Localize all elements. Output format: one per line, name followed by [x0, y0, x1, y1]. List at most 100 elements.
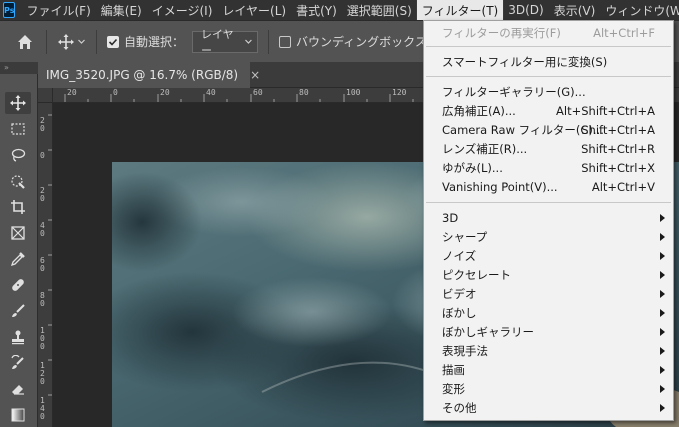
submenu-arrow-icon: [660, 366, 665, 374]
menu-item-label: フィルターギャラリー(G)...: [442, 84, 586, 99]
frame-tool[interactable]: [5, 222, 31, 244]
menu-3d[interactable]: 3D(D): [503, 0, 548, 20]
gradient-tool[interactable]: [5, 404, 31, 426]
submenu-arrow-icon: [660, 290, 665, 298]
filter-menu-adaptive-wide-angle[interactable]: 広角補正(A)... Alt+Shift+Ctrl+A: [424, 101, 673, 120]
filter-menu-blur[interactable]: ぼかし: [424, 303, 673, 322]
bandage-icon: [12, 279, 24, 291]
ruler-tick-label: 120: [392, 88, 407, 97]
move-tool[interactable]: [5, 92, 31, 114]
options-divider: [268, 29, 270, 54]
filter-menu-lens-correction[interactable]: レンズ補正(R)... Shift+Ctrl+R: [424, 139, 673, 158]
menu-window[interactable]: ウィンドウ(W): [600, 0, 679, 20]
submenu-arrow-icon: [660, 309, 665, 317]
ruler-tick-label: 0: [113, 88, 118, 97]
history-brush-tool[interactable]: [5, 352, 31, 374]
menu-type[interactable]: 書式(Y): [291, 0, 342, 20]
show-transform-controls-checkbox[interactable]: [279, 35, 292, 48]
menu-item-shortcut: Alt+Ctrl+F: [593, 25, 655, 40]
menu-view[interactable]: 表示(V): [549, 0, 601, 20]
lasso-icon: [11, 148, 26, 162]
menu-item-label: 3D: [442, 210, 459, 225]
menu-item-label: 表現手法: [442, 343, 488, 358]
submenu-arrow-icon: [660, 233, 665, 241]
brush-tool[interactable]: [5, 300, 31, 322]
photoshop-logo-icon[interactable]: Ps: [3, 2, 16, 18]
auto-select-checkbox[interactable]: [107, 35, 119, 48]
filter-menu-noise[interactable]: ノイズ: [424, 246, 673, 265]
filter-menu-blur-gallery[interactable]: ぼかしギャラリー: [424, 322, 673, 341]
filter-menu-sharpen[interactable]: シャープ: [424, 227, 673, 246]
submenu-arrow-icon: [660, 328, 665, 336]
submenu-arrow-icon: [660, 404, 665, 412]
close-icon[interactable]: ×: [250, 68, 260, 82]
document-tab-title: IMG_3520.JPG @ 16.7% (RGB/8): [46, 68, 239, 82]
clone-stamp-tool[interactable]: [5, 326, 31, 348]
menu-separator: [426, 46, 671, 47]
menu-item-label: ビデオ: [442, 286, 477, 301]
chevron-down-icon: [78, 39, 85, 44]
filter-menu-camera-raw[interactable]: Camera Raw フィルター(C)... Shift+Ctrl+A: [424, 120, 673, 139]
home-icon[interactable]: [14, 31, 36, 53]
submenu-arrow-icon: [660, 252, 665, 260]
menu-item-label: シャープ: [442, 229, 488, 244]
move-tool-preset-button[interactable]: [57, 33, 86, 51]
move-icon: [58, 33, 74, 50]
ruler-tick-label: 140: [40, 396, 45, 421]
menu-item-shortcut: Alt+Ctrl+V: [591, 179, 655, 194]
submenu-arrow-icon: [660, 385, 665, 393]
eraser-tool[interactable]: [5, 378, 31, 400]
menu-filter[interactable]: フィルター(T): [415, 0, 505, 21]
ruler-tick-label: 0: [40, 151, 45, 160]
auto-select-target-value: レイヤー: [201, 27, 234, 57]
frame-icon: [11, 226, 25, 240]
menu-item-shortcut: Shift+Ctrl+X: [581, 160, 655, 175]
filter-menu-video[interactable]: ビデオ: [424, 284, 673, 303]
menu-file[interactable]: ファイル(F): [21, 0, 95, 20]
quick-select-tool[interactable]: [5, 170, 31, 192]
marquee-tool[interactable]: [5, 118, 31, 140]
filter-menu-pixelate[interactable]: ピクセレート: [424, 265, 673, 284]
menu-layer[interactable]: レイヤー(L): [217, 0, 291, 20]
submenu-arrow-icon: [660, 271, 665, 279]
filter-menu-convert-smart-filters[interactable]: スマートフィルター用に変換(S): [424, 52, 673, 71]
crop-tool[interactable]: [5, 196, 31, 218]
menu-separator: [426, 76, 671, 77]
filter-menu-render[interactable]: 描画: [424, 360, 673, 379]
menu-separator: [426, 202, 671, 203]
filter-menu-filter-gallery[interactable]: フィルターギャラリー(G)...: [424, 82, 673, 101]
submenu-arrow-icon: [660, 347, 665, 355]
filter-menu-3d[interactable]: 3D: [424, 208, 673, 227]
filter-menu-liquify[interactable]: ゆがみ(L)... Shift+Ctrl+X: [424, 158, 673, 177]
auto-select-target-dropdown[interactable]: レイヤー: [192, 28, 259, 57]
vertical-ruler[interactable]: 20 0 20 40 60 80 100 120 140: [38, 103, 53, 427]
menu-edit[interactable]: 編集(E): [96, 0, 147, 20]
eraser-icon: [12, 385, 24, 395]
ruler-tick-label: 80: [299, 88, 309, 97]
ruler-tick-label: 20: [40, 186, 45, 203]
document-tab[interactable]: IMG_3520.JPG @ 16.7% (RGB/8) ×: [38, 62, 260, 88]
filter-menu-distort[interactable]: 変形: [424, 379, 673, 398]
menu-item-label: ゆがみ(L)...: [442, 160, 503, 175]
filter-menu-other[interactable]: その他: [424, 398, 673, 417]
healing-brush-tool[interactable]: [5, 274, 31, 296]
options-divider: [46, 29, 47, 54]
quick-select-icon: [11, 175, 25, 189]
toolbar-collapse-button[interactable]: »: [0, 62, 38, 74]
lasso-tool[interactable]: [5, 144, 31, 166]
eyedropper-tool[interactable]: [5, 248, 31, 270]
ruler-tick-label: 100: [40, 326, 45, 351]
filter-menu-stylize[interactable]: 表現手法: [424, 341, 673, 360]
ruler-origin[interactable]: [38, 88, 53, 103]
menu-item-label: フィルターの再実行(F): [442, 25, 561, 40]
filter-menu-last-filter[interactable]: フィルターの再実行(F) Alt+Ctrl+F: [424, 23, 673, 42]
chevron-down-icon: [245, 39, 252, 44]
menu-item-label: ノイズ: [442, 248, 477, 263]
menu-image[interactable]: イメージ(I): [147, 0, 218, 20]
menu-item-label: スマートフィルター用に変換(S): [442, 54, 608, 69]
ruler-tick-label: 60: [253, 88, 263, 97]
auto-select-label: 自動選択：: [124, 35, 185, 49]
menu-select[interactable]: 選択範囲(S): [342, 0, 417, 20]
filter-menu-vanishing-point[interactable]: Vanishing Point(V)... Alt+Ctrl+V: [424, 177, 673, 196]
ruler-tick-label: 60: [40, 256, 45, 273]
